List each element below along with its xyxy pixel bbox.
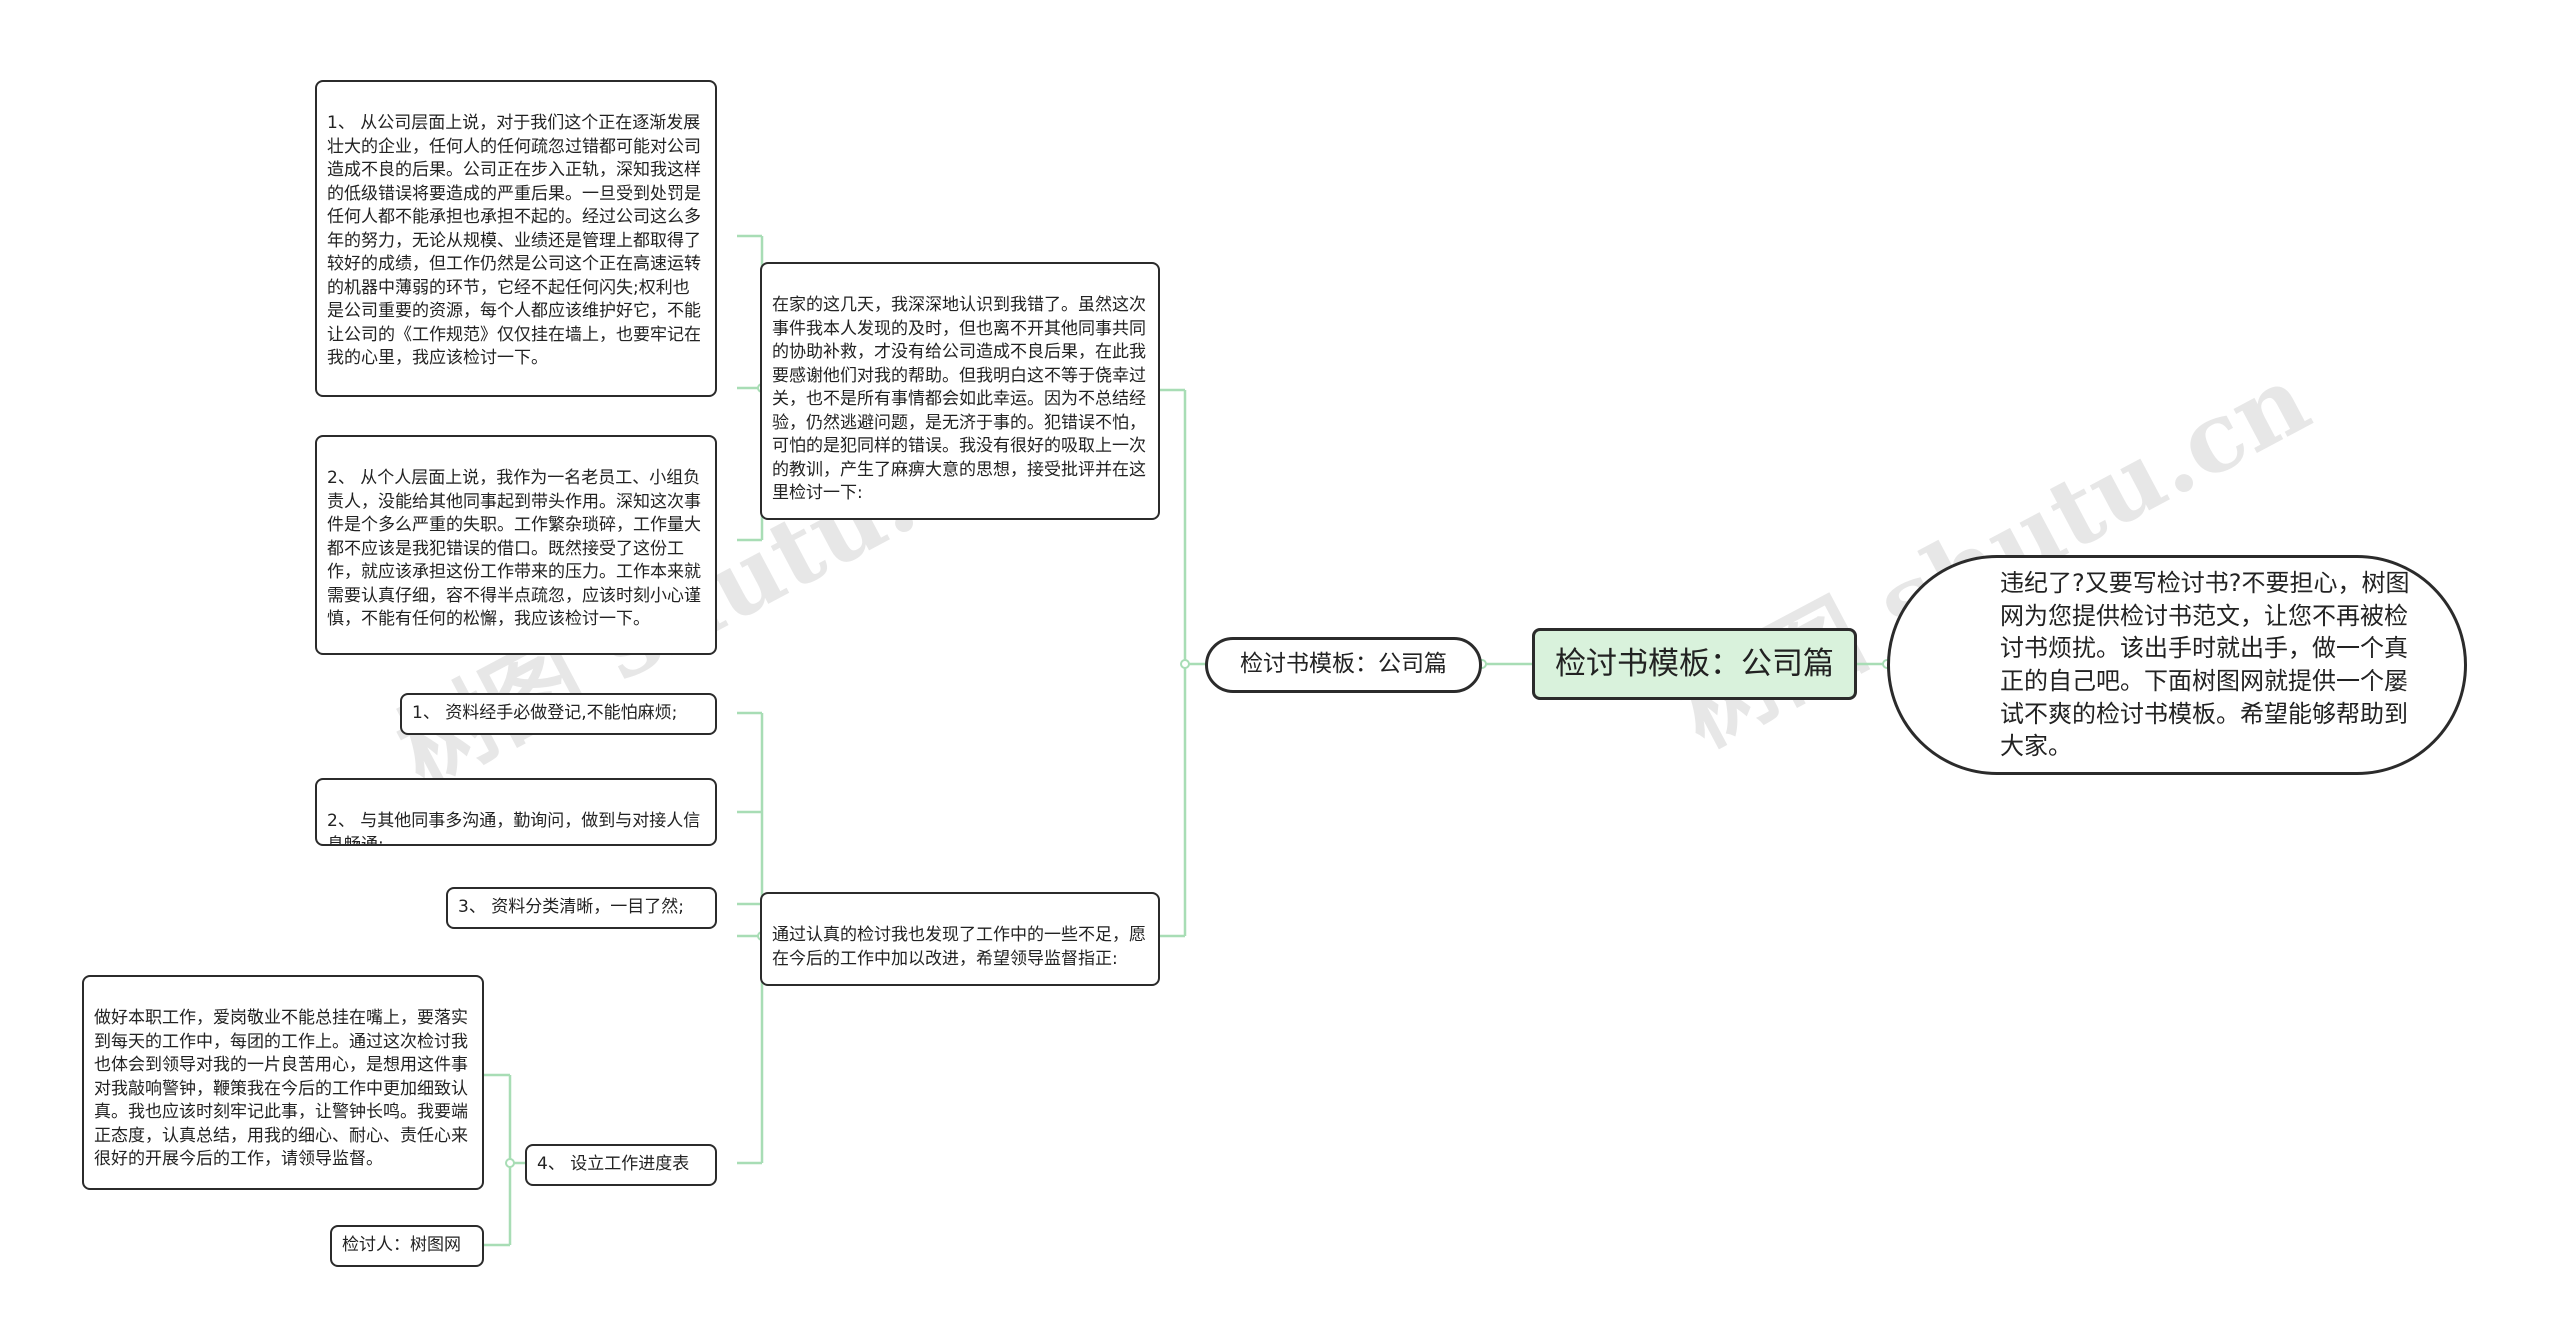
branch-label: 检讨书模板：公司篇	[1240, 651, 1447, 678]
item4-child-1-text: 做好本职工作，爱岗敬业不能总挂在嘴上，要落实到每天的工作中，每团的工作上。通过这…	[94, 1008, 468, 1170]
intro-text: 违纪了?又要写检讨书?不要担心，树图网为您提供检讨书范文，让您不再被检讨书烦扰。…	[2000, 569, 2410, 761]
section2-item-4[interactable]: 4、 设立工作进度表	[525, 1144, 717, 1186]
item4-child-1[interactable]: 做好本职工作，爱岗敬业不能总挂在嘴上，要落实到每天的工作中，每团的工作上。通过这…	[82, 975, 484, 1190]
section1-item-1-text: 1、 从公司层面上说，对于我们这个正在逐渐发展壮大的企业，任何人的任何疏忽过错都…	[327, 113, 701, 368]
item4-child-2[interactable]: 检讨人：树图网	[330, 1225, 484, 1267]
item4-child-2-text: 检讨人：树图网	[342, 1235, 461, 1256]
section2-item-3-text: 3、 资料分类清晰，一目了然;	[458, 897, 684, 918]
section2-item-2-text: 2、 与其他同事多沟通，勤询问，做到与对接人信息畅通;	[327, 811, 701, 846]
section1-text: 在家的这几天，我深深地认识到我错了。虽然这次事件我本人发现的及时，但也离不开其他…	[772, 295, 1146, 504]
section2-node[interactable]: 通过认真的检讨我也发现了工作中的一些不足，愿在今后的工作中加以改进，希望领导监督…	[760, 892, 1160, 986]
intro-node[interactable]: 违纪了?又要写检讨书?不要担心，树图网为您提供检讨书范文，让您不再被检讨书烦扰。…	[1887, 555, 2467, 775]
section2-item-1-text: 1、 资料经手必做登记,不能怕麻烦;	[412, 703, 678, 724]
section1-item-2-text: 2、 从个人层面上说，我作为一名老员工、小组负责人，没能给其他同事起到带头作用。…	[327, 468, 701, 630]
section2-item-4-text: 4、 设立工作进度表	[537, 1154, 690, 1175]
section2-text: 通过认真的检讨我也发现了工作中的一些不足，愿在今后的工作中加以改进，希望领导监督…	[772, 925, 1146, 969]
section2-item-1[interactable]: 1、 资料经手必做登记,不能怕麻烦;	[400, 693, 717, 735]
section1-node[interactable]: 在家的这几天，我深深地认识到我错了。虽然这次事件我本人发现的及时，但也离不开其他…	[760, 262, 1160, 520]
section1-item-1[interactable]: 1、 从公司层面上说，对于我们这个正在逐渐发展壮大的企业，任何人的任何疏忽过错都…	[315, 80, 717, 397]
section1-item-2[interactable]: 2、 从个人层面上说，我作为一名老员工、小组负责人，没能给其他同事起到带头作用。…	[315, 435, 717, 655]
section2-item-2[interactable]: 2、 与其他同事多沟通，勤询问，做到与对接人信息畅通;	[315, 778, 717, 846]
branch-node[interactable]: 检讨书模板：公司篇	[1205, 637, 1482, 693]
root-label: 检讨书模板：公司篇	[1555, 645, 1834, 682]
root-node[interactable]: 检讨书模板：公司篇	[1532, 628, 1857, 700]
section2-item-3[interactable]: 3、 资料分类清晰，一目了然;	[446, 887, 717, 929]
